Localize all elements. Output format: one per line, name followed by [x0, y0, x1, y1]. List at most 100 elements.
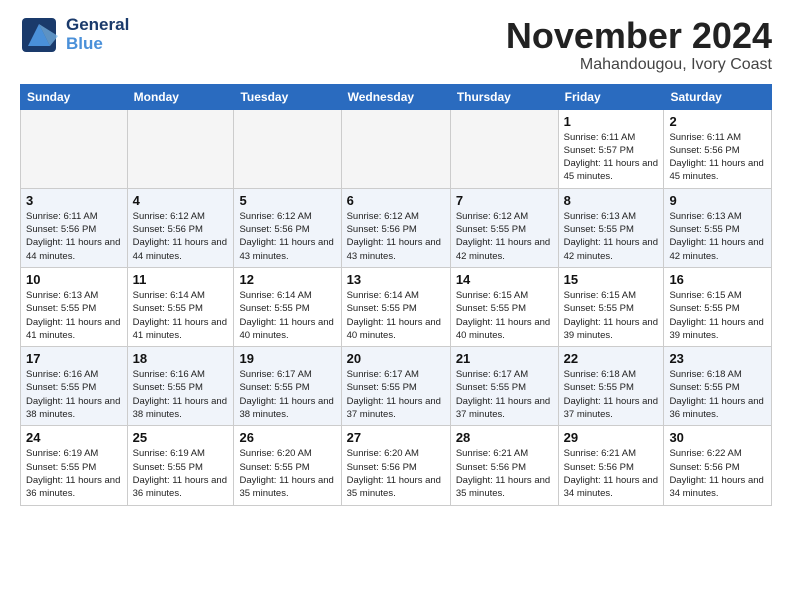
calendar-cell: 19Sunrise: 6:17 AMSunset: 5:55 PMDayligh…: [234, 347, 341, 426]
day-info: Sunrise: 6:12 AMSunset: 5:56 PMDaylight:…: [239, 210, 335, 263]
logo-blue: Blue: [66, 35, 129, 54]
day-info: Sunrise: 6:15 AMSunset: 5:55 PMDaylight:…: [456, 289, 553, 342]
calendar-cell: 5 Sunrise: 6:12 AMSunset: 5:56 PMDaylight…: [234, 188, 341, 267]
calendar-week-3: 10 Sunrise: 6:13 AMSunset: 5:55 PMDayligh…: [21, 267, 772, 346]
day-info: Sunrise: 6:21 AMSunset: 5:56 PMDaylight:…: [456, 447, 553, 500]
day-info: Sunrise: 6:20 AMSunset: 5:56 PMDaylight:…: [347, 447, 445, 500]
calendar-header-saturday: Saturday: [664, 84, 772, 109]
day-number: 29: [564, 430, 659, 445]
day-number: 15: [564, 272, 659, 287]
day-number: 12: [239, 272, 335, 287]
day-info: Sunrise: 6:13 AMSunset: 5:55 PMDaylight:…: [564, 210, 659, 263]
calendar-cell: 26Sunrise: 6:20 AMSunset: 5:55 PMDayligh…: [234, 426, 341, 505]
header: General Blue November 2024 Mahandougou, …: [20, 16, 772, 74]
day-number: 7: [456, 193, 553, 208]
day-info: Sunrise: 6:14 AMSunset: 5:55 PMDaylight:…: [133, 289, 229, 342]
calendar-cell: [450, 109, 558, 188]
day-number: 22: [564, 351, 659, 366]
title-block: November 2024 Mahandougou, Ivory Coast: [506, 16, 772, 74]
logo-general: General: [66, 16, 129, 35]
calendar-header-wednesday: Wednesday: [341, 84, 450, 109]
day-info: Sunrise: 6:11 AMSunset: 5:57 PMDaylight:…: [564, 131, 659, 184]
calendar-week-2: 3 Sunrise: 6:11 AMSunset: 5:56 PMDaylight…: [21, 188, 772, 267]
calendar-header-sunday: Sunday: [21, 84, 128, 109]
day-info: Sunrise: 6:13 AMSunset: 5:55 PMDaylight:…: [26, 289, 122, 342]
day-number: 4: [133, 193, 229, 208]
calendar-header-monday: Monday: [127, 84, 234, 109]
calendar-cell: 21Sunrise: 6:17 AMSunset: 5:55 PMDayligh…: [450, 347, 558, 426]
calendar-cell: 30 Sunrise: 6:22 AMSunset: 5:56 PMDayligh…: [664, 426, 772, 505]
day-info: Sunrise: 6:17 AMSunset: 5:55 PMDaylight:…: [239, 368, 335, 421]
calendar-cell: 7 Sunrise: 6:12 AMSunset: 5:55 PMDaylight…: [450, 188, 558, 267]
day-number: 25: [133, 430, 229, 445]
calendar-cell: [341, 109, 450, 188]
calendar-cell: [234, 109, 341, 188]
calendar-cell: 8Sunrise: 6:13 AMSunset: 5:55 PMDaylight…: [558, 188, 664, 267]
day-info: Sunrise: 6:13 AMSunset: 5:55 PMDaylight:…: [669, 210, 766, 263]
calendar-week-5: 24 Sunrise: 6:19 AMSunset: 5:55 PMDayligh…: [21, 426, 772, 505]
calendar-header-tuesday: Tuesday: [234, 84, 341, 109]
day-info: Sunrise: 6:15 AMSunset: 5:55 PMDaylight:…: [564, 289, 659, 342]
calendar-cell: 10 Sunrise: 6:13 AMSunset: 5:55 PMDayligh…: [21, 267, 128, 346]
day-info: Sunrise: 6:19 AMSunset: 5:55 PMDaylight:…: [133, 447, 229, 500]
page: General Blue November 2024 Mahandougou, …: [0, 0, 792, 522]
calendar-week-1: 1 Sunrise: 6:11 AMSunset: 5:57 PMDaylight…: [21, 109, 772, 188]
calendar-header-friday: Friday: [558, 84, 664, 109]
day-info: Sunrise: 6:15 AMSunset: 5:55 PMDaylight:…: [669, 289, 766, 342]
day-number: 2: [669, 114, 766, 129]
day-info: Sunrise: 6:17 AMSunset: 5:55 PMDaylight:…: [347, 368, 445, 421]
day-number: 3: [26, 193, 122, 208]
calendar-cell: 28Sunrise: 6:21 AMSunset: 5:56 PMDayligh…: [450, 426, 558, 505]
day-info: Sunrise: 6:20 AMSunset: 5:55 PMDaylight:…: [239, 447, 335, 500]
day-info: Sunrise: 6:22 AMSunset: 5:56 PMDaylight:…: [669, 447, 766, 500]
logo: General Blue: [20, 16, 129, 54]
day-info: Sunrise: 6:11 AMSunset: 5:56 PMDaylight:…: [669, 131, 766, 184]
day-number: 5: [239, 193, 335, 208]
day-info: Sunrise: 6:14 AMSunset: 5:55 PMDaylight:…: [347, 289, 445, 342]
calendar-cell: 23Sunrise: 6:18 AMSunset: 5:55 PMDayligh…: [664, 347, 772, 426]
day-info: Sunrise: 6:11 AMSunset: 5:56 PMDaylight:…: [26, 210, 122, 263]
day-number: 18: [133, 351, 229, 366]
calendar-cell: 20 Sunrise: 6:17 AMSunset: 5:55 PMDayligh…: [341, 347, 450, 426]
day-info: Sunrise: 6:12 AMSunset: 5:55 PMDaylight:…: [456, 210, 553, 263]
day-number: 17: [26, 351, 122, 366]
calendar-cell: 2 Sunrise: 6:11 AMSunset: 5:56 PMDaylight…: [664, 109, 772, 188]
day-info: Sunrise: 6:14 AMSunset: 5:55 PMDaylight:…: [239, 289, 335, 342]
day-number: 6: [347, 193, 445, 208]
day-info: Sunrise: 6:19 AMSunset: 5:55 PMDaylight:…: [26, 447, 122, 500]
day-number: 13: [347, 272, 445, 287]
calendar-cell: 4Sunrise: 6:12 AMSunset: 5:56 PMDaylight…: [127, 188, 234, 267]
day-number: 30: [669, 430, 766, 445]
calendar-week-4: 17 Sunrise: 6:16 AMSunset: 5:55 PMDayligh…: [21, 347, 772, 426]
day-number: 1: [564, 114, 659, 129]
day-info: Sunrise: 6:18 AMSunset: 5:55 PMDaylight:…: [669, 368, 766, 421]
calendar-header-thursday: Thursday: [450, 84, 558, 109]
day-info: Sunrise: 6:16 AMSunset: 5:55 PMDaylight:…: [133, 368, 229, 421]
calendar-cell: 24 Sunrise: 6:19 AMSunset: 5:55 PMDayligh…: [21, 426, 128, 505]
calendar-cell: 9Sunrise: 6:13 AMSunset: 5:55 PMDaylight…: [664, 188, 772, 267]
day-info: Sunrise: 6:18 AMSunset: 5:55 PMDaylight:…: [564, 368, 659, 421]
day-number: 20: [347, 351, 445, 366]
calendar-subtitle: Mahandougou, Ivory Coast: [506, 56, 772, 74]
day-number: 16: [669, 272, 766, 287]
day-info: Sunrise: 6:12 AMSunset: 5:56 PMDaylight:…: [347, 210, 445, 263]
calendar-cell: 12 Sunrise: 6:14 AMSunset: 5:55 PMDayligh…: [234, 267, 341, 346]
logo-icon: [20, 16, 58, 54]
calendar-cell: 13 Sunrise: 6:14 AMSunset: 5:55 PMDayligh…: [341, 267, 450, 346]
calendar-cell: 17 Sunrise: 6:16 AMSunset: 5:55 PMDayligh…: [21, 347, 128, 426]
day-number: 10: [26, 272, 122, 287]
day-info: Sunrise: 6:21 AMSunset: 5:56 PMDaylight:…: [564, 447, 659, 500]
calendar-cell: 3 Sunrise: 6:11 AMSunset: 5:56 PMDaylight…: [21, 188, 128, 267]
calendar-cell: 16 Sunrise: 6:15 AMSunset: 5:55 PMDayligh…: [664, 267, 772, 346]
day-number: 11: [133, 272, 229, 287]
calendar-cell: 11 Sunrise: 6:14 AMSunset: 5:55 PMDayligh…: [127, 267, 234, 346]
calendar-table: SundayMondayTuesdayWednesdayThursdayFrid…: [20, 84, 772, 506]
day-number: 24: [26, 430, 122, 445]
day-number: 14: [456, 272, 553, 287]
day-info: Sunrise: 6:17 AMSunset: 5:55 PMDaylight:…: [456, 368, 553, 421]
calendar-header-row: SundayMondayTuesdayWednesdayThursdayFrid…: [21, 84, 772, 109]
day-info: Sunrise: 6:16 AMSunset: 5:55 PMDaylight:…: [26, 368, 122, 421]
calendar-cell: 27Sunrise: 6:20 AMSunset: 5:56 PMDayligh…: [341, 426, 450, 505]
calendar-title: November 2024: [506, 16, 772, 56]
calendar-cell: [127, 109, 234, 188]
